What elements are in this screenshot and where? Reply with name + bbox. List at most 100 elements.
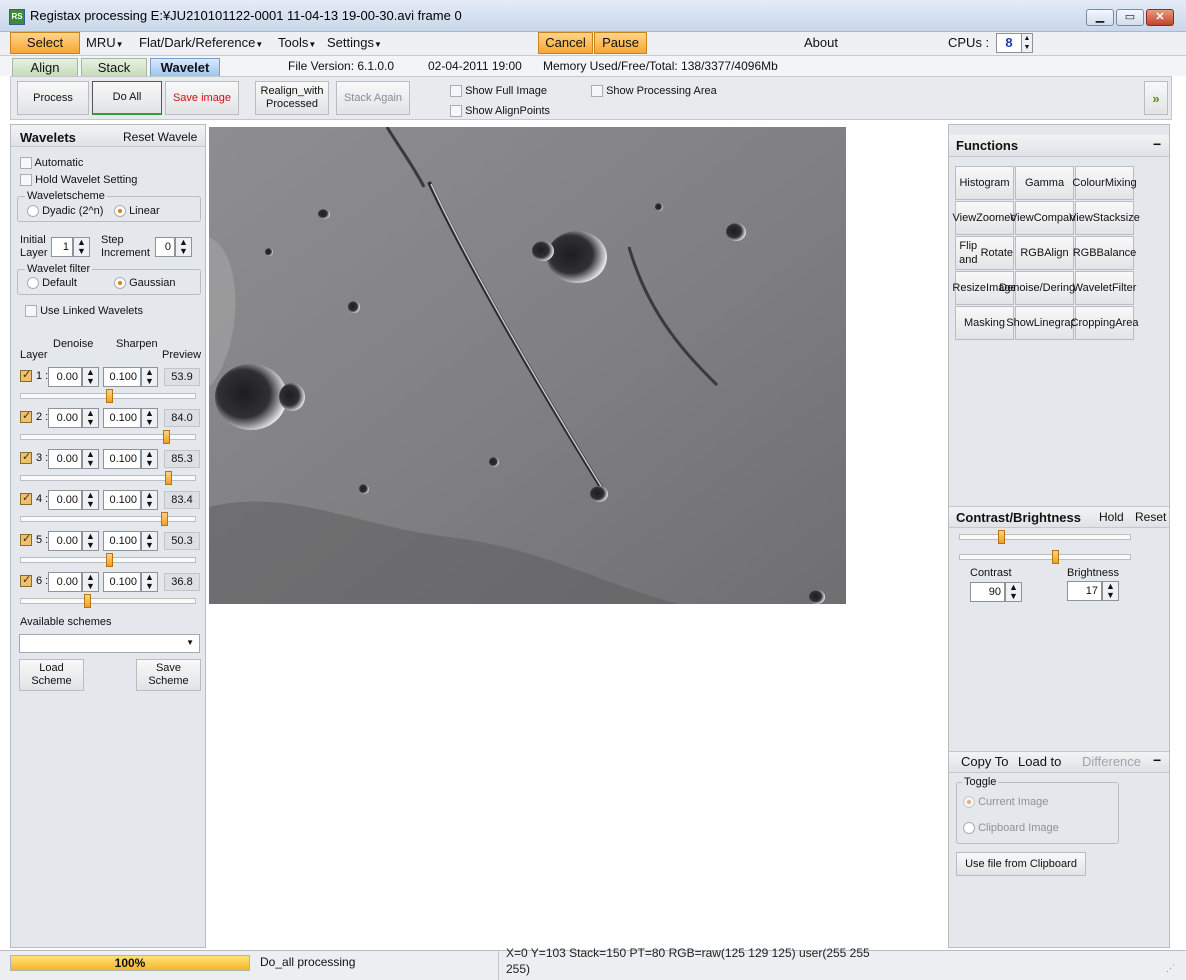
sharpen-spinner[interactable]: ▲ ▼ [141,449,158,469]
copy-collapse-button[interactable]: − [1153,752,1161,768]
reset-wavelets-button[interactable]: Reset Wavele [123,130,205,144]
rgb-balance-button[interactable]: RGB Balance [1073,236,1136,270]
contrast-reset-button[interactable]: Reset [1135,510,1166,524]
layer-slider[interactable] [20,553,196,567]
menu-mru[interactable]: MRU▼ [86,35,124,50]
slider-handle[interactable] [998,530,1005,544]
do-all-button[interactable]: Do All [92,81,162,115]
cpus-spinner[interactable]: ▲ ▼ [1021,33,1033,53]
filter-default-radio[interactable]: Default [27,277,77,290]
denoise-input[interactable]: 0.00 [48,449,82,469]
contrast-spinner[interactable]: ▲ ▼ [1005,582,1022,602]
menu-flat-dark-reference[interactable]: Flat/Dark/Reference▼ [139,35,263,50]
sharpen-input[interactable]: 0.100 [103,490,141,510]
layer-slider[interactable] [20,471,196,485]
realign-with-processed-button[interactable]: Realign_with Processed [255,81,329,115]
slider-handle[interactable] [165,471,172,485]
rgb-align-button[interactable]: RGB Align [1015,236,1074,270]
slider-handle[interactable] [163,430,170,444]
show-linegraph-button[interactable]: Show Linegraph [1006,306,1083,340]
layer-slider[interactable] [20,512,196,526]
initial-layer-spinner[interactable]: ▲ ▼ [73,237,90,257]
layer-enabled-checkbox[interactable] [20,409,32,424]
available-schemes-select[interactable]: ▼ [19,634,200,653]
denoise-spinner[interactable]: ▲ ▼ [82,408,99,428]
show-processing-area-checkbox[interactable]: Show Processing Area [591,85,717,98]
cancel-button[interactable]: Cancel [538,32,593,54]
menu-about[interactable]: About [804,35,838,50]
current-image-radio[interactable]: Current Image [963,796,1048,809]
masking-button[interactable]: Masking [955,306,1014,340]
process-button[interactable]: Process [17,81,89,115]
layer-enabled-checkbox[interactable] [20,573,32,588]
use-linked-wavelets-checkbox[interactable]: Use Linked Wavelets [25,305,143,318]
slider-handle[interactable] [161,512,168,526]
layer-slider[interactable] [20,430,196,444]
resize-grip-icon[interactable]: ⋰ [1166,963,1175,974]
pause-button[interactable]: Pause [594,32,647,54]
denoise-spinner[interactable]: ▲ ▼ [82,367,99,387]
show-alignpoints-checkbox[interactable]: Show AlignPoints [450,105,550,118]
save-scheme-button[interactable]: Save Scheme [136,659,201,691]
contrast-slider[interactable] [959,530,1131,544]
brightness-input[interactable]: 17 [1067,581,1102,601]
clipboard-image-radio[interactable]: Clipboard Image [963,822,1059,835]
hold-wavelet-setting-checkbox[interactable]: Hold Wavelet Setting [20,174,137,187]
denoise-input[interactable]: 0.00 [48,367,82,387]
denoise-spinner[interactable]: ▲ ▼ [82,531,99,551]
step-increment-input[interactable]: 0 [155,237,175,257]
sharpen-input[interactable]: 0.100 [103,449,141,469]
tab-stack[interactable]: Stack [81,58,147,76]
layer-slider[interactable] [20,594,196,608]
menu-select[interactable]: Select [10,32,80,54]
load-scheme-button[interactable]: Load Scheme [19,659,84,691]
denoise-input[interactable]: 0.00 [48,490,82,510]
contrast-input[interactable]: 90 [970,582,1005,602]
layer-enabled-checkbox[interactable] [20,532,32,547]
denoise-spinner[interactable]: ▲ ▼ [82,449,99,469]
slider-handle[interactable] [84,594,91,608]
denoise-deringing-button[interactable]: Denoise/Deringing [999,271,1090,305]
cpus-input[interactable]: 8 [996,33,1022,53]
tab-align[interactable]: Align [12,58,78,76]
dyadic-radio[interactable]: Dyadic (2^n) [27,205,103,218]
contrast-hold-button[interactable]: Hold [1099,510,1124,524]
initial-layer-input[interactable]: 1 [51,237,73,257]
stack-again-button[interactable]: Stack Again [336,81,410,115]
step-increment-spinner[interactable]: ▲ ▼ [175,237,192,257]
tab-wavelet[interactable]: Wavelet [150,58,220,76]
difference-button[interactable]: Difference [1082,754,1141,769]
layer-enabled-checkbox[interactable] [20,368,32,383]
denoise-spinner[interactable]: ▲ ▼ [82,572,99,592]
menu-tools[interactable]: Tools▼ [278,35,316,50]
sharpen-spinner[interactable]: ▲ ▼ [141,531,158,551]
denoise-input[interactable]: 0.00 [48,531,82,551]
slider-handle[interactable] [1052,550,1059,564]
sharpen-spinner[interactable]: ▲ ▼ [141,367,158,387]
brightness-slider[interactable] [959,550,1131,564]
close-button[interactable]: ✕ [1146,9,1174,26]
filter-gaussian-radio[interactable]: Gaussian [114,277,176,290]
maximize-button[interactable]: ▭ [1116,9,1144,26]
histogram-button[interactable]: Histogram [955,166,1014,200]
view-zoomed-button[interactable]: View Zoomed [953,201,1017,235]
gamma-button[interactable]: Gamma [1015,166,1074,200]
sharpen-input[interactable]: 0.100 [103,367,141,387]
sharpen-input[interactable]: 0.100 [103,572,141,592]
flip-and-rotate-button[interactable]: Flip and Rotate [955,236,1014,270]
lunar-image[interactable] [209,127,846,604]
save-image-button[interactable]: Save image [165,81,239,115]
sharpen-spinner[interactable]: ▲ ▼ [141,572,158,592]
brightness-spinner[interactable]: ▲ ▼ [1102,581,1119,601]
automatic-checkbox[interactable]: Automatic [20,157,83,170]
slider-handle[interactable] [106,389,113,403]
sharpen-spinner[interactable]: ▲ ▼ [141,408,158,428]
denoise-input[interactable]: 0.00 [48,408,82,428]
linear-radio[interactable]: Linear [114,205,160,218]
layer-enabled-checkbox[interactable] [20,491,32,506]
view-stacksize-button[interactable]: View Stacksize [1069,201,1140,235]
copy-to-button[interactable]: Copy To [961,754,1008,769]
load-to-button[interactable]: Load to [1018,754,1061,769]
sharpen-input[interactable]: 0.100 [103,408,141,428]
show-full-image-checkbox[interactable]: Show Full Image [450,85,547,98]
